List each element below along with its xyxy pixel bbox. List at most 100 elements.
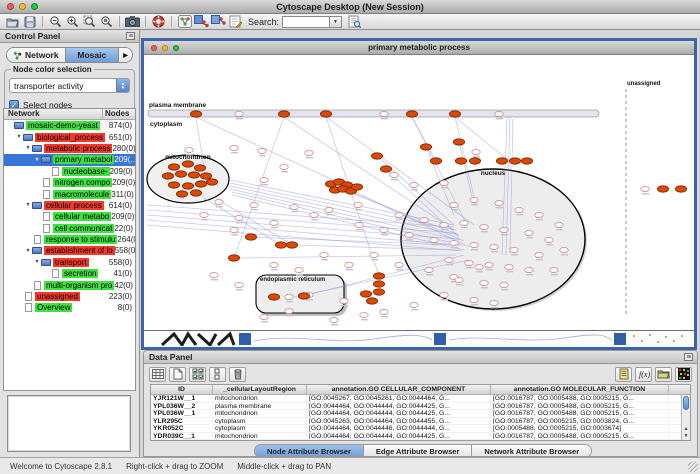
expand-arrow-icon[interactable]: ▼ (15, 134, 23, 140)
network-node[interactable] (285, 308, 293, 313)
network-node-selected[interactable] (175, 171, 186, 177)
network-edge[interactable] (455, 117, 509, 161)
network-node-selected[interactable] (420, 144, 431, 150)
network-node-selected[interactable] (371, 153, 382, 159)
scrollbar-thumb[interactable] (683, 396, 689, 410)
network-edge[interactable] (412, 117, 436, 161)
network-node[interactable] (545, 237, 553, 242)
advanced-search-icon[interactable] (346, 15, 363, 29)
float-panel-icon[interactable] (126, 32, 135, 40)
network-node[interactable] (270, 220, 278, 225)
table-row[interactable]: YKR052Ccytoplasm[GO:0044464, GO:0044446,… (151, 425, 690, 433)
new-attribute-icon[interactable] (169, 367, 186, 382)
table-vertical-scrollbar[interactable]: ▲▼ (681, 395, 690, 440)
network-node-selected[interactable] (195, 181, 206, 187)
network-node[interactable] (525, 267, 533, 272)
network-node[interactable] (354, 202, 362, 207)
network-node[interactable] (490, 244, 498, 249)
network-node-selected[interactable] (449, 111, 460, 117)
network-node-selected[interactable] (190, 190, 201, 196)
network-node[interactable] (450, 202, 458, 207)
network-node-selected[interactable] (206, 179, 217, 185)
network-node[interactable] (470, 197, 478, 202)
tree-row[interactable]: ▼cellular process614(0) (4, 200, 135, 211)
network-node[interactable] (340, 298, 348, 303)
tab-network[interactable]: Network (7, 48, 66, 62)
network-node[interactable] (215, 199, 223, 204)
network-node[interactable] (465, 260, 473, 265)
tab-edge-attribute-browser[interactable]: Edge Attribute Browser (364, 445, 472, 457)
network-node[interactable] (305, 150, 313, 155)
network-node[interactable] (258, 148, 266, 153)
network-node[interactable] (440, 180, 448, 185)
network-node-selected[interactable] (268, 294, 279, 300)
unselect-all-attributes-icon[interactable] (209, 367, 226, 382)
network-node[interactable] (295, 267, 303, 272)
tree-row[interactable]: ▼establishment of lo558(0) (4, 245, 135, 256)
network-overview-icon[interactable] (176, 15, 193, 29)
network-node-selected[interactable] (366, 298, 377, 304)
network-node[interactable] (480, 280, 488, 285)
network-node[interactable] (330, 317, 338, 322)
network-node-selected[interactable] (200, 173, 211, 179)
network-node[interactable] (380, 111, 388, 116)
zoom-selected-icon[interactable] (81, 15, 98, 29)
tree-row[interactable]: macromolecule311(0) (4, 188, 135, 199)
network-node[interactable] (550, 267, 558, 272)
network-node[interactable] (210, 272, 218, 277)
tree-row[interactable]: cellular metabo209(0) (4, 211, 135, 222)
network-node-selected[interactable] (182, 161, 193, 167)
expand-arrow-icon[interactable]: ▼ (33, 157, 41, 163)
column-header[interactable]: annotation.GO MOLECULAR_FUNCTION (491, 385, 669, 394)
tab-overflow-arrow[interactable]: ▶ (119, 48, 132, 62)
expand-arrow-icon[interactable]: ▼ (24, 202, 32, 208)
network-node[interactable] (515, 207, 523, 212)
network-node[interactable] (355, 222, 363, 227)
network-node-selected[interactable] (168, 182, 179, 188)
network-node-selected[interactable] (373, 281, 384, 287)
network-node-selected[interactable] (298, 293, 309, 299)
network-node[interactable] (235, 282, 243, 287)
network-node[interactable] (440, 222, 448, 227)
tree-row[interactable]: multi-organism pro42(0) (4, 279, 135, 290)
save-session-icon[interactable] (21, 15, 38, 29)
network-view-window[interactable]: primary metabolic process plasma membran… (141, 38, 697, 350)
attribute-editor-icon[interactable] (615, 367, 632, 382)
network-node-selected[interactable] (455, 158, 466, 164)
network-node[interactable] (270, 262, 278, 267)
table-row[interactable]: YDR039C__1mitochondrion[GO:0044464, GO:0… (151, 433, 690, 441)
tree-row[interactable]: nucleobase-209(0) (4, 166, 135, 177)
network-node[interactable] (460, 220, 468, 225)
network-node[interactable] (200, 212, 208, 217)
network-node[interactable] (560, 247, 568, 252)
network-node[interactable] (470, 297, 478, 302)
select-all-attributes-icon[interactable] (189, 367, 206, 382)
network-node[interactable] (380, 309, 388, 314)
search-dropdown-arrow[interactable]: ▼ (330, 16, 342, 28)
network-node-selected[interactable] (521, 158, 532, 164)
float-data-panel-icon[interactable] (684, 353, 693, 361)
network-node[interactable] (260, 314, 268, 319)
network-node-selected[interactable] (228, 255, 239, 261)
table-row[interactable]: YPL036W__1mitochondrion[GO:0044464, GO:0… (151, 410, 690, 418)
network-node[interactable] (470, 242, 478, 247)
open-file-icon[interactable] (4, 15, 21, 29)
network-node-selected[interactable] (496, 158, 507, 164)
network-node[interactable] (235, 111, 243, 116)
network-node-selected[interactable] (286, 242, 297, 248)
network-node[interactable] (420, 217, 428, 222)
network-node[interactable] (280, 164, 288, 169)
network-node[interactable] (410, 302, 418, 307)
network-node[interactable] (235, 215, 243, 220)
network-node-selected[interactable] (168, 164, 179, 170)
zoom-out-icon[interactable] (47, 15, 64, 29)
network-node[interactable] (395, 262, 403, 267)
scrollbar-arrows-icon[interactable]: ▲▼ (682, 426, 690, 440)
column-header[interactable]: ID (151, 385, 213, 394)
zoom-in-icon[interactable] (64, 15, 81, 29)
network-node-selected[interactable] (373, 289, 384, 295)
network-node-selected[interactable] (430, 158, 441, 164)
network-node[interactable] (485, 262, 493, 267)
network-node-selected[interactable] (453, 139, 464, 145)
combobox-stepper-icon[interactable]: ▲▼ (116, 78, 129, 93)
